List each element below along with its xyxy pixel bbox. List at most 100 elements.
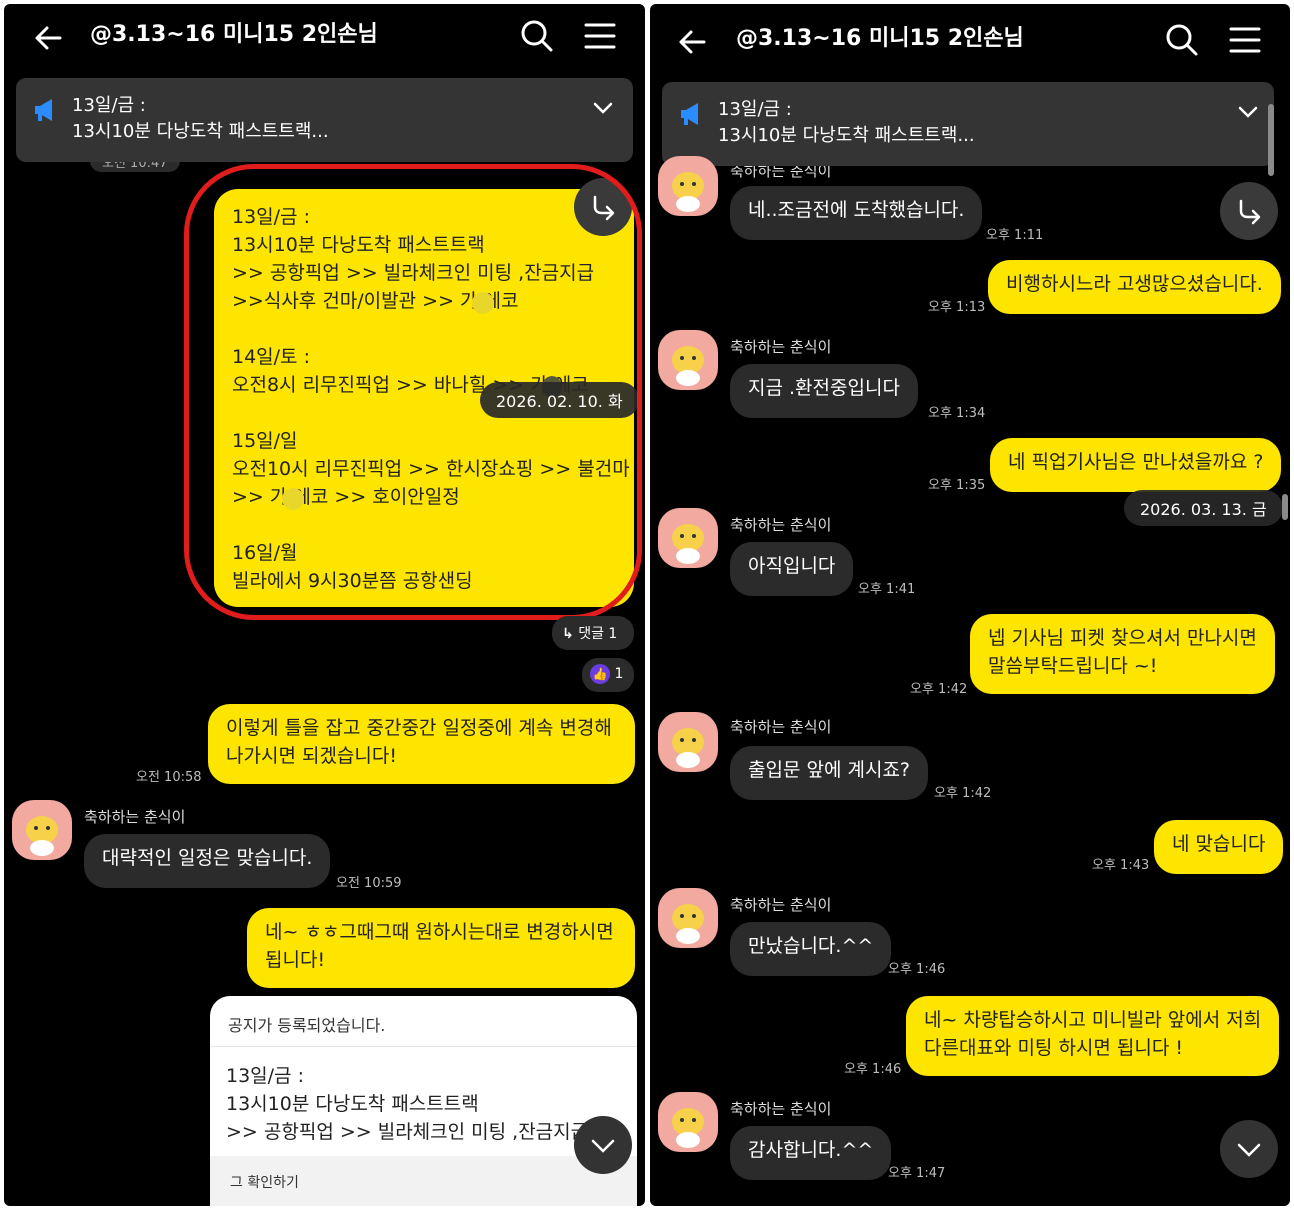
scroll-down-button[interactable] bbox=[574, 1116, 632, 1174]
chat-header: @3.13~16 미니15 2인손님 bbox=[650, 4, 1290, 74]
notice-line-2: 13시10분 다낭도착 패스트트랙... bbox=[718, 125, 975, 146]
notice-card-line: 13시10분 다낭도착 패스트트랙 bbox=[226, 1093, 479, 1115]
message-time: 오후 1:41 bbox=[858, 582, 916, 597]
my-message-bubble[interactable]: 네~ 차량탑승하시고 미니빌라 앞에서 저희 다른대표와 미팅 하시면 됩니다 … bbox=[906, 996, 1280, 1076]
chevron-down-icon[interactable] bbox=[1236, 100, 1260, 124]
avatar-character-icon bbox=[672, 728, 704, 768]
hamburger-menu-icon[interactable] bbox=[582, 18, 618, 54]
message-text: 아직입니다 bbox=[748, 555, 836, 577]
my-message-bubble[interactable]: 네 픽업기사님은 만나셨을까요 ? bbox=[990, 438, 1282, 492]
avatar-character-icon bbox=[26, 816, 58, 856]
scroll-down-button[interactable] bbox=[1220, 1120, 1278, 1178]
share-button[interactable] bbox=[1220, 182, 1278, 240]
my-message-bubble[interactable]: 이렇게 틀을 잡고 중간중간 일정중에 계속 변경해 나가시면 되겠습니다! bbox=[208, 704, 635, 784]
message-text: 말씀부탁드립니다 ~! bbox=[988, 655, 1158, 677]
message-text: 네~ ㅎㅎ그때그때 원하시는대로 변경하시면 bbox=[265, 921, 614, 943]
notice-registered-card[interactable]: 공지가 등록되었습니다. 13일/금 : 13시10분 다낭도착 패스트트랙 >… bbox=[210, 996, 637, 1206]
back-arrow-icon[interactable] bbox=[674, 24, 710, 60]
sender-name: 축하하는 춘식이 bbox=[84, 808, 186, 826]
reply-count-label: 댓글 1 bbox=[578, 626, 618, 642]
sender-name: 축하하는 춘식이 bbox=[730, 718, 832, 736]
message-text: 네~ 차량탑승하시고 미니빌라 앞에서 저희 bbox=[924, 1009, 1262, 1031]
megaphone-icon bbox=[35, 99, 52, 121]
sender-name: 축하하는 춘식이 bbox=[730, 338, 832, 356]
scrollbar[interactable] bbox=[1268, 104, 1274, 176]
other-message-bubble[interactable]: 만났습니다.^^ bbox=[730, 922, 892, 976]
date-chip: 2026. 03. 13. 금 bbox=[1124, 490, 1283, 526]
reply-count-pill[interactable]: ↳ 댓글 1 bbox=[552, 616, 634, 650]
message-text: 지금 .환전중입니다 bbox=[748, 377, 900, 399]
sender-name: 축하하는 춘식이 bbox=[730, 516, 832, 534]
chevron-down-icon[interactable] bbox=[591, 96, 615, 120]
left-chat-screen: @3.13~16 미니15 2인손님 오전 10:47 13일/금 : 13시1… bbox=[4, 4, 645, 1206]
highlight-circle bbox=[184, 164, 642, 620]
other-message-bubble[interactable]: 대략적인 일정은 맞습니다. bbox=[84, 834, 331, 888]
avatar-character-icon bbox=[672, 172, 704, 212]
message-text: 네 맞습니다 bbox=[1172, 833, 1266, 855]
message-time: 오후 1:35 bbox=[928, 478, 986, 493]
my-message-bubble[interactable]: 넵 기사님 피켓 찾으셔서 만나시면 말씀부탁드립니다 ~! bbox=[970, 614, 1275, 694]
message-time: 오전 10:59 bbox=[336, 876, 402, 891]
notice-card-line: 13일/금 : bbox=[226, 1065, 304, 1087]
message-text: 감사합니다.^^ bbox=[748, 1139, 874, 1161]
message-text: 네 픽업기사님은 만나셨을까요 ? bbox=[1008, 451, 1264, 473]
megaphone-icon bbox=[681, 103, 698, 125]
message-text: 네..조금전에 도착했습니다. bbox=[748, 199, 965, 221]
avatar-character-icon bbox=[672, 346, 704, 386]
my-message-bubble[interactable]: 비행하시느라 고생많으셨습니다. bbox=[988, 260, 1281, 314]
message-time: 오후 1:13 bbox=[928, 300, 986, 315]
my-message-bubble[interactable]: 네 맞습니다 bbox=[1154, 820, 1284, 874]
other-message-bubble[interactable]: 네..조금전에 도착했습니다. bbox=[730, 186, 983, 240]
chat-title: @3.13~16 미니15 2인손님 bbox=[90, 22, 378, 47]
avatar-character-icon bbox=[672, 904, 704, 944]
notice-line-1: 13일/금 : bbox=[718, 99, 792, 120]
notice-card-line: >> 공항픽업 >> 빌라체크인 미팅 ,잔금지급 bbox=[226, 1121, 589, 1143]
avatar-character-icon bbox=[672, 1108, 704, 1148]
thumbs-up-icon: 👍 bbox=[590, 664, 610, 684]
notice-banner[interactable]: 13일/금 : 13시10분 다낭도착 패스트트랙... bbox=[16, 78, 633, 162]
message-time: 오후 1:46 bbox=[888, 962, 946, 977]
chat-header: @3.13~16 미니15 2인손님 bbox=[4, 4, 645, 74]
message-text: 비행하시느라 고생많으셨습니다. bbox=[1006, 273, 1263, 295]
message-time: 오후 1:42 bbox=[910, 682, 968, 697]
avatar[interactable] bbox=[658, 1092, 718, 1152]
search-icon[interactable] bbox=[519, 18, 555, 54]
notice-banner[interactable]: 13일/금 : 13시10분 다낭도착 패스트트랙... bbox=[662, 82, 1274, 166]
divider bbox=[210, 1046, 637, 1047]
notice-card-link[interactable]: 그 확인하기 bbox=[230, 1172, 299, 1192]
message-text: 다른대표와 미팅 하시면 됩니다 ! bbox=[924, 1037, 1184, 1059]
other-message-bubble[interactable]: 아직입니다 bbox=[730, 542, 854, 596]
other-message-bubble[interactable]: 감사합니다.^^ bbox=[730, 1126, 892, 1180]
chevron-down-icon bbox=[591, 1139, 615, 1153]
message-text: 만났습니다.^^ bbox=[748, 935, 874, 957]
share-arrow-icon bbox=[1239, 199, 1261, 225]
message-time: 오전 10:58 bbox=[136, 770, 202, 785]
message-time: 오후 1:34 bbox=[928, 406, 986, 421]
message-text: 이렇게 틀을 잡고 중간중간 일정중에 계속 변경해 bbox=[226, 717, 612, 739]
hamburger-menu-icon[interactable] bbox=[1227, 22, 1263, 58]
notice-line-2: 13시10분 다낭도착 패스트트랙... bbox=[72, 121, 329, 142]
message-time: 오후 1:46 bbox=[844, 1062, 902, 1077]
sender-name: 축하하는 춘식이 bbox=[730, 1100, 832, 1118]
search-icon[interactable] bbox=[1164, 22, 1200, 58]
avatar[interactable] bbox=[658, 712, 718, 772]
avatar[interactable] bbox=[658, 508, 718, 568]
other-message-bubble[interactable]: 출입문 앞에 계시죠? bbox=[730, 746, 929, 800]
scrollbar-thumb[interactable] bbox=[1282, 494, 1288, 520]
notice-line-1: 13일/금 : bbox=[72, 95, 146, 116]
avatar[interactable] bbox=[12, 800, 72, 860]
sender-name: 축하하는 춘식이 bbox=[730, 896, 832, 914]
message-text: 나가시면 되겠습니다! bbox=[226, 745, 397, 767]
my-message-bubble[interactable]: 네~ ㅎㅎ그때그때 원하시는대로 변경하시면 됩니다! bbox=[247, 908, 635, 988]
like-reaction-pill[interactable]: 👍 1 bbox=[582, 658, 634, 692]
avatar[interactable] bbox=[658, 330, 718, 390]
other-message-bubble[interactable]: 지금 .환전중입니다 bbox=[730, 364, 918, 418]
back-arrow-icon[interactable] bbox=[30, 20, 66, 56]
message-text: 출입문 앞에 계시죠? bbox=[748, 759, 911, 781]
avatar[interactable] bbox=[658, 888, 718, 948]
chevron-down-icon bbox=[1237, 1143, 1261, 1157]
message-time: 오후 1:11 bbox=[986, 228, 1044, 243]
avatar[interactable] bbox=[658, 156, 718, 216]
message-text: 됩니다! bbox=[265, 949, 326, 971]
reply-arrow-icon: ↳ bbox=[562, 626, 574, 642]
